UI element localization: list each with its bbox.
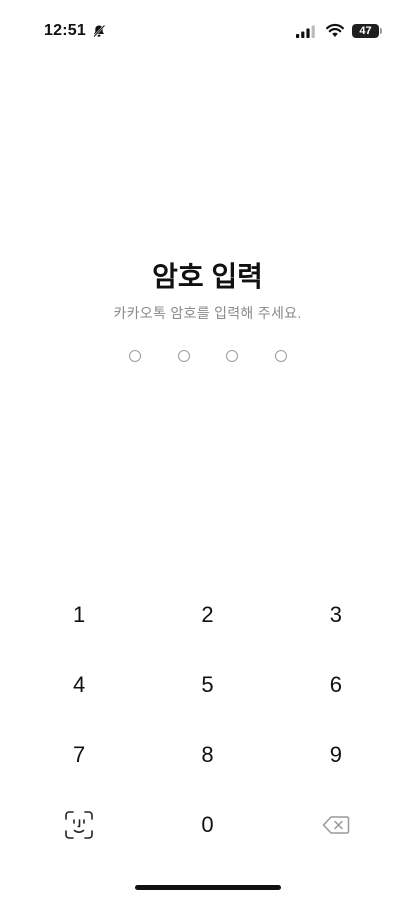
passcode-dot-4 (275, 350, 287, 362)
passcode-dot-3 (226, 350, 238, 362)
wifi-icon (326, 23, 344, 37)
passcode-dot-2 (178, 350, 190, 362)
keypad-row-4: 0 (15, 790, 400, 860)
passcode-dot-1 (129, 350, 141, 362)
key-9[interactable]: 9 (272, 720, 400, 790)
page-subtitle: 카카오톡 암호를 입력해 주세요. (113, 305, 302, 321)
keypad: 1 2 3 4 5 6 7 8 9 0 (15, 580, 400, 860)
keypad-row-2: 4 5 6 (15, 650, 400, 720)
page-title: 암호 입력 (152, 261, 263, 292)
keypad-row-3: 7 8 9 (15, 720, 400, 790)
status-time: 12:51 (44, 22, 86, 39)
key-0[interactable]: 0 (143, 790, 271, 860)
keypad-row-1: 1 2 3 (15, 580, 400, 650)
key-3[interactable]: 3 (272, 580, 400, 650)
key-6[interactable]: 6 (272, 650, 400, 720)
key-1[interactable]: 1 (15, 580, 143, 650)
passcode-dots (0, 350, 415, 364)
bell-icon (93, 24, 106, 38)
passcode-screen: 12:51 47 암호 입력 카카오톡 암호를 입력해 주세요. 1 2 3 4… (0, 0, 415, 900)
status-bar: 12:51 47 (0, 0, 415, 60)
key-8[interactable]: 8 (143, 720, 271, 790)
face-id-button[interactable] (15, 790, 143, 860)
signal-icon (296, 25, 315, 38)
home-indicator[interactable] (135, 885, 281, 890)
battery-level: 47 (359, 25, 372, 37)
key-4[interactable]: 4 (15, 650, 143, 720)
key-5[interactable]: 5 (143, 650, 271, 720)
face-id-icon (65, 811, 93, 839)
backspace-icon (322, 816, 350, 834)
key-2[interactable]: 2 (143, 580, 271, 650)
battery-icon: 47 (352, 24, 382, 38)
key-7[interactable]: 7 (15, 720, 143, 790)
backspace-button[interactable] (272, 790, 400, 860)
